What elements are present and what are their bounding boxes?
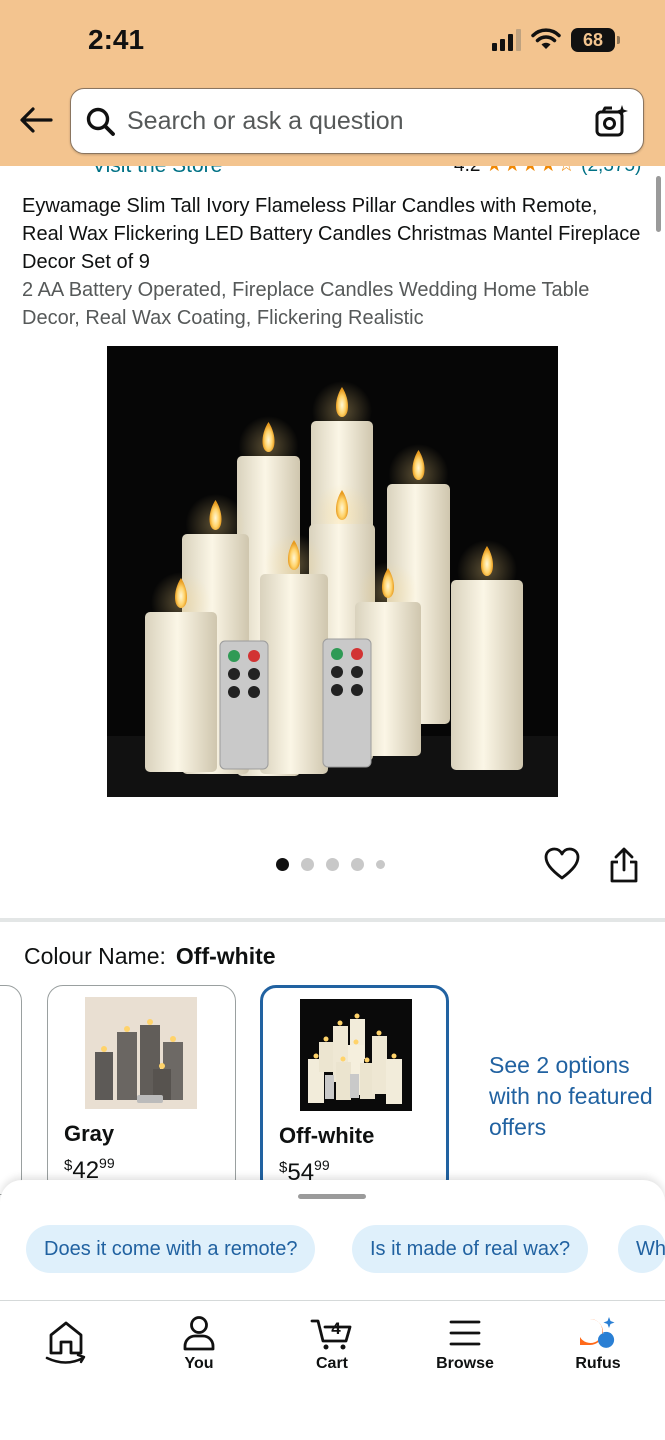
search-bar[interactable] xyxy=(70,88,644,154)
rating-summary[interactable]: 4.2 ★★★★☆ (2,375) xyxy=(454,166,641,177)
nav-rufus[interactable]: Rufus xyxy=(548,1315,648,1385)
rufus-icon xyxy=(580,1317,615,1348)
selected-colour: Off-white xyxy=(175,943,276,969)
back-button[interactable] xyxy=(16,100,56,140)
search-icon xyxy=(86,107,115,136)
previous-swatch-partial[interactable] xyxy=(0,985,22,1195)
sheet-grabber[interactable] xyxy=(298,1194,366,1199)
home-icon xyxy=(45,1321,86,1364)
swatch-off-white[interactable]: Off-white $5499 xyxy=(260,985,449,1195)
carousel-dot[interactable] xyxy=(301,858,314,871)
product-title: Eywamage Slim Tall Ivory Flameless Pilla… xyxy=(22,195,641,273)
colour-label-text: Colour Name: xyxy=(24,943,166,969)
status-time: 2:41 xyxy=(88,24,145,55)
back-arrow-icon xyxy=(20,107,53,133)
candle xyxy=(260,574,328,774)
product-image[interactable] xyxy=(107,346,558,797)
visit-store-link[interactable]: Visit the Store xyxy=(92,166,222,178)
app-header: 2:41 68 xyxy=(0,0,665,166)
heart-icon xyxy=(544,847,580,880)
nav-home[interactable] xyxy=(16,1315,116,1385)
cellular-signal-icon xyxy=(492,29,521,51)
store-rating-row: Visit the Store 4.2 ★★★★☆ (2,375) xyxy=(0,166,665,180)
nav-you-label: You xyxy=(184,1355,214,1372)
share-button[interactable] xyxy=(606,846,642,884)
search-input[interactable] xyxy=(127,99,567,143)
camera-search-icon[interactable] xyxy=(593,103,629,139)
wifi-icon xyxy=(531,28,561,49)
wishlist-button[interactable] xyxy=(544,846,580,882)
candle xyxy=(145,612,217,772)
nav-cart-label: Cart xyxy=(315,1355,348,1372)
status-indicators: 68 xyxy=(492,28,620,52)
rufus-question-chip[interactable]: Is it made of real wax? xyxy=(352,1225,589,1273)
person-icon xyxy=(183,1316,215,1351)
rating-value: 4.2 xyxy=(454,166,480,176)
nav-browse[interactable]: Browse xyxy=(415,1315,515,1385)
nav-browse-label: Browse xyxy=(436,1355,494,1372)
swatch-gray[interactable]: Gray $4299 xyxy=(47,985,236,1195)
scroll-indicator xyxy=(656,176,661,232)
candles-photo xyxy=(107,346,558,797)
gray-candles-thumbnail xyxy=(85,997,197,1109)
review-count: (2,375) xyxy=(581,166,641,176)
menu-icon xyxy=(449,1320,481,1346)
section-divider xyxy=(0,918,665,922)
rufus-question-chip[interactable]: Does it come with a remote? xyxy=(26,1225,316,1273)
share-icon xyxy=(610,847,638,883)
candle xyxy=(451,580,523,770)
nav-you[interactable]: You xyxy=(149,1315,249,1385)
see-more-options-link[interactable]: See 2 options with no featured offers xyxy=(489,1050,659,1143)
rufus-question-chip[interactable]: Wh xyxy=(618,1225,665,1273)
off-white-candles-thumbnail xyxy=(300,999,412,1111)
carousel-dot[interactable] xyxy=(376,860,385,869)
swatch-name: Off-white xyxy=(279,1123,375,1148)
rufus-suggestions-sheet: Does it come with a remote? Is it made o… xyxy=(0,1180,665,1300)
cart-count: 4 xyxy=(331,1319,341,1338)
battery-icon: 68 xyxy=(571,28,620,52)
image-carousel-dots[interactable] xyxy=(276,858,385,871)
cart-icon: 4 xyxy=(310,1319,352,1350)
nav-rufus-label: Rufus xyxy=(575,1355,621,1372)
product-subtitle: 2 AA Battery Operated, Fireplace Candles… xyxy=(22,279,590,329)
nav-cart[interactable]: 4 Cart xyxy=(282,1315,382,1385)
colour-name-label: Colour Name: Off-white xyxy=(24,943,276,970)
rating-stars-icon: ★★★★☆ xyxy=(486,166,576,176)
carousel-dot[interactable] xyxy=(351,858,364,871)
swatch-name: Gray xyxy=(64,1121,115,1146)
carousel-dot[interactable] xyxy=(276,858,289,871)
carousel-dot[interactable] xyxy=(326,858,339,871)
bottom-navigation: You 4 Cart Browse Rufus xyxy=(0,1300,665,1440)
